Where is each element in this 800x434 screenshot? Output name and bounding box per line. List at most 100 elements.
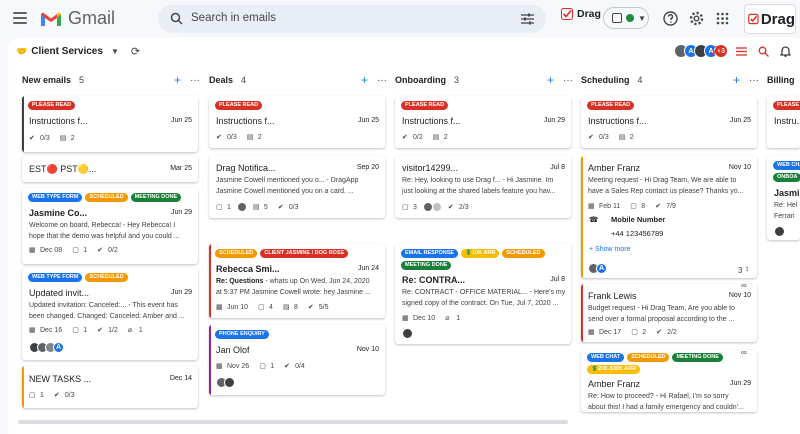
- gmail-m-icon: [41, 12, 61, 26]
- link-chain-icon[interactable]: ∞: [741, 284, 747, 290]
- email-card[interactable]: PLEASE READ Instructions f... Jun 25 ✔ 0/…: [22, 96, 198, 152]
- billing-card[interactable]: PLEASE READ Instru...: [767, 96, 800, 148]
- search-icon[interactable]: [756, 44, 770, 58]
- add-card-icon[interactable]: +: [733, 73, 740, 87]
- search-bar[interactable]: Search in emails: [158, 5, 546, 33]
- avatar: [402, 328, 413, 339]
- calendar-icon: ▦: [402, 315, 409, 322]
- status-dropdown[interactable]: ▼: [603, 7, 649, 29]
- link-chain-icon[interactable]: ∞: [741, 350, 747, 357]
- notes-count: 2: [257, 133, 262, 141]
- tasks-check-icon: ✔: [97, 247, 103, 254]
- add-card-icon[interactable]: +: [361, 73, 368, 87]
- card-date: Nov 10: [728, 292, 751, 299]
- column-count: 4: [637, 75, 643, 85]
- notes-icon: ▤: [246, 134, 254, 141]
- tasks-count: 0/3: [599, 133, 609, 141]
- preview-line: just looking at the shared labels featur…: [402, 188, 556, 195]
- apps-grid-icon[interactable]: [713, 9, 731, 27]
- card-date: Nov 10: [728, 164, 751, 171]
- card-preview: Re: Hel Ferrari: [774, 200, 800, 222]
- card-date: Jun 29: [543, 117, 565, 124]
- status-dot-icon: [626, 14, 634, 22]
- more-options-icon[interactable]: ···: [377, 75, 387, 86]
- add-user-icon[interactable]: [710, 44, 724, 58]
- due-date: Feb 11: [599, 202, 621, 210]
- email-card[interactable]: WEB TYPE FORM SCHEDULED MEETING DONE Jas…: [22, 188, 198, 264]
- email-card[interactable]: NEW TASKS ... Dec 14 ▢ 1 ✔ 0/3: [22, 366, 198, 408]
- card-assignees[interactable]: A: [29, 342, 64, 353]
- tag-label: PHONE ENQUIRY: [215, 330, 269, 339]
- scheduling-card[interactable]: ∞ Frank Lewis Nov 10 Budget request - Hi…: [581, 284, 757, 342]
- deal-card[interactable]: SCHEDULED CLIENT JASMINE / DOG ROSE Rebe…: [209, 244, 385, 318]
- email-card[interactable]: EST🔴 PST🟡... Mar 25: [22, 156, 198, 182]
- workspace-name: Client Services: [31, 46, 103, 57]
- help-icon[interactable]: [661, 9, 679, 27]
- refresh-icon[interactable]: ⟳: [131, 45, 140, 58]
- card-title: Instru...: [774, 116, 800, 126]
- column-title: Billing: [767, 75, 795, 85]
- card-title: visitor14299...: [402, 163, 459, 173]
- calendar-icon: ▦: [29, 327, 36, 334]
- onboarding-card[interactable]: PLEASE READ Instructions f... Jun 29 ✔ 0/…: [395, 96, 571, 148]
- tag-label: SCHEDULED: [85, 193, 128, 202]
- comments-count: 1: [227, 203, 231, 211]
- notifications-bell-icon[interactable]: [778, 44, 792, 58]
- more-options-icon[interactable]: ···: [190, 75, 200, 86]
- tag-label: MEETING DONE: [130, 193, 182, 202]
- card-title: Instructions f...: [402, 116, 461, 126]
- tasks-check-icon: ✔: [29, 135, 35, 142]
- settings-gear-icon[interactable]: [687, 9, 705, 27]
- deal-card[interactable]: PHONE ENQUIRY Jan Olof Nov 10 ▦ Nov 26 ▢ 1…: [209, 325, 385, 395]
- column-title: Onboarding: [395, 75, 446, 85]
- card-assignees[interactable]: [402, 328, 413, 339]
- card-preview: Re: Questions - whats up On Wed, Jun 24,…: [216, 276, 382, 298]
- horizontal-scrollbar[interactable]: [18, 420, 568, 424]
- card-assignees[interactable]: A: [588, 263, 607, 274]
- tag-label: WEB TYPE FORM: [28, 193, 83, 202]
- calendar-icon: [612, 13, 622, 23]
- card-preview: Updated invitation: Canceled:... - This …: [29, 300, 195, 322]
- search-icon[interactable]: [170, 12, 183, 25]
- column-count: 5: [79, 75, 85, 85]
- card-assignees[interactable]: [774, 226, 785, 237]
- card-title: Jasmi...: [774, 188, 800, 198]
- tag-label: PLEASE READ: [587, 101, 635, 110]
- deal-card[interactable]: Drag Notifica... Sep 20 Jasmine Cowell m…: [209, 156, 385, 218]
- avatar: [224, 377, 235, 388]
- search-options-icon[interactable]: [521, 13, 534, 25]
- more-options-icon[interactable]: ···: [563, 75, 573, 86]
- onboarding-card[interactable]: visitor14299... Jul 8 Re: Hey, looking t…: [395, 156, 571, 218]
- main-menu-icon[interactable]: [13, 12, 27, 24]
- add-card-icon[interactable]: +: [547, 73, 554, 87]
- email-card[interactable]: WEB TYPE FORM SCHEDULED Updated invit...…: [22, 268, 198, 360]
- due-date: Dec 10: [413, 314, 436, 322]
- onboarding-card[interactable]: EMAIL RESPONSE 💲10K ARR SCHEDULED MEETIN…: [395, 244, 571, 344]
- scheduling-card[interactable]: ∞ WEB CHAT SCHEDULED MEETING DONE 💲20K-$…: [581, 350, 757, 412]
- filter-list-icon[interactable]: [734, 44, 748, 58]
- drag-brand-logo[interactable]: Drag: [744, 4, 796, 34]
- show-more-link[interactable]: + Show more: [589, 246, 630, 253]
- column-count: 3: [454, 75, 460, 85]
- scheduling-card[interactable]: PLEASE READ Instructions f... Jun 25 ✔ 0/…: [581, 96, 757, 148]
- tag-label: PLEASE READ: [401, 101, 449, 110]
- notes-count: 2: [443, 133, 448, 141]
- tag-label: PLEASE READ: [773, 101, 800, 110]
- workspace-selector[interactable]: 🤝 Client Services ▼ ⟳: [16, 45, 140, 58]
- column-title: Scheduling: [581, 75, 630, 85]
- resize-arrows-icon[interactable]: ↕: [745, 264, 749, 273]
- preview-line: Ferrari: [774, 213, 795, 220]
- comment-icon: ▢: [72, 327, 79, 334]
- deal-card[interactable]: PLEASE READ Instructions f... Jun 25 ✔ 0/…: [209, 96, 385, 148]
- gmail-logo[interactable]: Gmail: [40, 8, 115, 29]
- card-title: Instructions f...: [216, 116, 275, 126]
- billing-card[interactable]: WEB CHAT ONBOA Jasmi... Re: Hel Ferrari: [767, 156, 800, 240]
- scheduling-card[interactable]: Amber Franz Nov 10 Meeting request - Hi …: [581, 156, 757, 278]
- notes-icon: ▤: [432, 134, 440, 141]
- card-assignees[interactable]: [216, 377, 235, 388]
- preview-line: Meeting request - Hi Drag Team, We are a…: [588, 177, 737, 184]
- add-card-icon[interactable]: +: [174, 73, 181, 87]
- more-options-icon[interactable]: ···: [749, 75, 759, 86]
- preview-line: at 5:37 PM Jasmine Cowell wrote: hey Jas…: [216, 289, 371, 296]
- drag-toggle-button[interactable]: Drag: [561, 8, 601, 20]
